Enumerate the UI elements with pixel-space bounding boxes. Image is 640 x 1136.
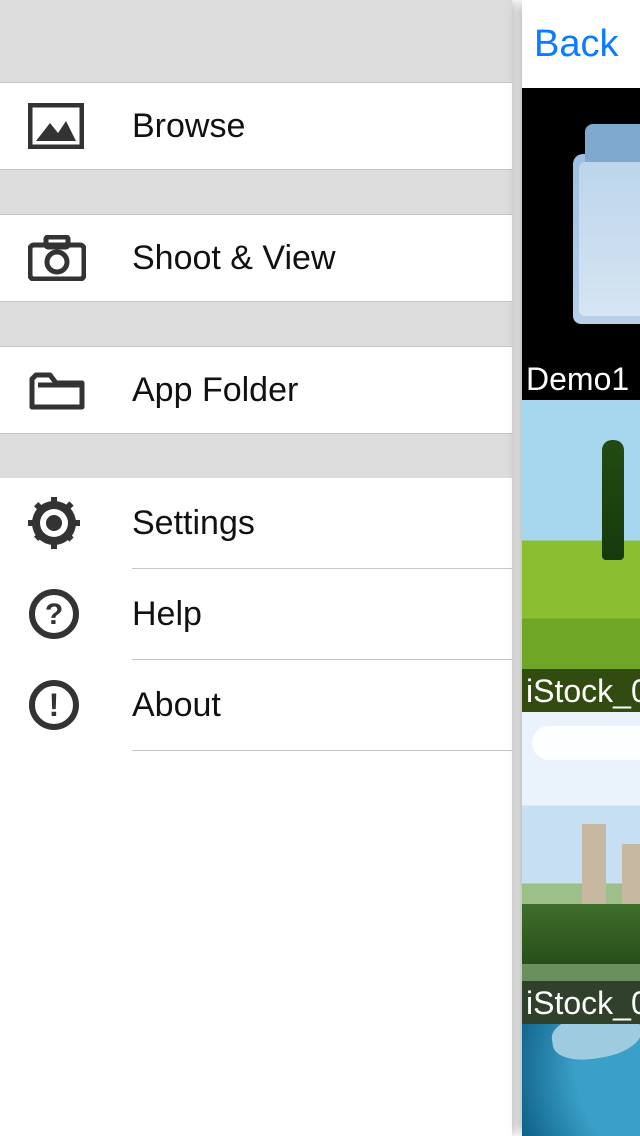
svg-text:?: ? <box>45 598 63 631</box>
menu-spacer <box>0 302 512 346</box>
menu-item-label: Browse <box>96 107 245 146</box>
folder-icon <box>28 365 96 415</box>
menu-item-label: About <box>96 686 512 725</box>
folder-icon <box>573 154 640 324</box>
menu-spacer <box>0 0 512 82</box>
menu-item-help[interactable]: ? Help <box>0 569 512 659</box>
info-icon: ! <box>28 680 96 730</box>
folder-tile[interactable]: Demo1 <box>522 88 640 400</box>
tile-caption: Demo1 <box>522 357 640 400</box>
menu-sublist: Settings ? Help ! <box>0 478 512 751</box>
photo-tile[interactable] <box>522 1024 640 1136</box>
gear-icon <box>28 498 96 548</box>
back-button[interactable]: Back <box>534 23 618 66</box>
menu-item-shoot-view[interactable]: Shoot & View <box>0 214 512 302</box>
menu-item-settings[interactable]: Settings <box>0 478 512 568</box>
menu-item-browse[interactable]: Browse <box>0 82 512 170</box>
menu-spacer <box>0 434 512 478</box>
menu-item-label: Shoot & View <box>96 239 336 278</box>
divider <box>132 750 512 751</box>
menu-item-label: Help <box>96 595 512 634</box>
side-menu: Browse Shoot & View App Folder <box>0 0 512 1136</box>
tile-caption: iStock_0 <box>522 981 640 1024</box>
photo-tile[interactable]: iStock_0 <box>522 712 640 1024</box>
tile-caption: iStock_0 <box>522 669 640 712</box>
main-panel: Back Demo1 iStock_0 iStock_0 <box>522 0 640 1136</box>
menu-item-label: Settings <box>96 504 512 543</box>
menu-item-label: App Folder <box>96 371 298 410</box>
menu-spacer <box>0 170 512 214</box>
picture-icon <box>28 101 96 151</box>
photo-browser[interactable]: Demo1 iStock_0 iStock_0 <box>522 88 640 1136</box>
svg-text:!: ! <box>49 687 60 723</box>
menu-item-app-folder[interactable]: App Folder <box>0 346 512 434</box>
help-icon: ? <box>28 589 96 639</box>
camera-icon <box>28 233 96 283</box>
menu-item-about[interactable]: ! About <box>0 660 512 750</box>
navbar: Back <box>522 0 640 88</box>
photo-tile[interactable]: iStock_0 <box>522 400 640 712</box>
